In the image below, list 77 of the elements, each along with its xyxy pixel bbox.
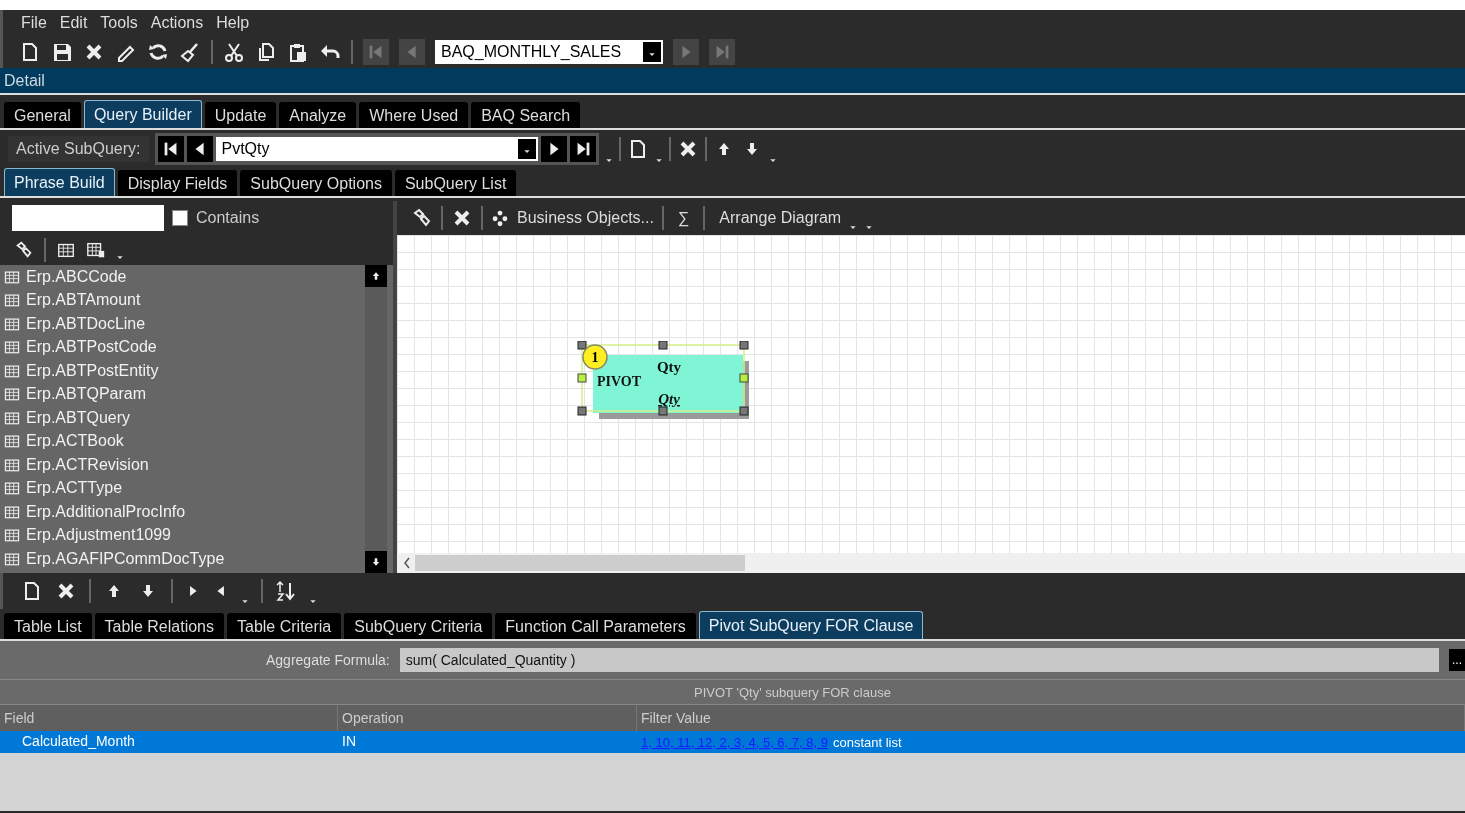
caret-icon[interactable] [654,156,663,164]
tab[interactable]: Pivot SubQuery FOR Clause [698,611,924,639]
table-cell: IN [338,731,637,753]
table-list-item[interactable]: Erp.ABTAmount [0,288,365,312]
horizontal-scrollbar[interactable] [397,553,1465,573]
link-icon[interactable] [411,207,433,229]
column-header[interactable]: Filter Value [637,704,1465,731]
table-list-item[interactable]: Erp.ACTRevision [0,453,365,477]
column-header[interactable]: Field [0,704,338,731]
table-list-item[interactable]: Erp.ABTPostEntity [0,359,365,383]
table-list-item[interactable]: Erp.ABTPostCode [0,335,365,359]
dropdown-caret-icon[interactable] [648,50,656,58]
aggregate-formula-label: Aggregate Formula: [266,652,390,668]
tab[interactable]: Function Call Parameters [495,613,696,639]
tab[interactable]: Table Criteria [227,613,342,639]
menu-item[interactable]: Help [216,14,250,32]
table-icon[interactable] [86,240,106,260]
tab[interactable]: Table Relations [94,613,224,639]
tab[interactable]: Display Fields [117,170,238,196]
table-list-item[interactable]: Erp.Adjustment1099 [0,523,365,547]
broom-icon[interactable] [179,41,201,63]
menu-item[interactable]: Tools [100,14,138,32]
tab[interactable]: Phrase Build [4,168,115,196]
paste-icon[interactable] [287,41,309,63]
scrollbar[interactable] [365,265,387,573]
scroll-left-icon[interactable] [403,557,411,569]
section-header: Detail [0,68,1465,95]
tab[interactable]: Table List [4,613,92,639]
table-list-item[interactable]: Erp.ABTQuery [0,406,365,430]
overflow-caret-icon[interactable] [768,156,777,164]
table-list-item[interactable]: Erp.ABTQParam [0,382,365,406]
overflow-caret-icon[interactable] [865,223,874,231]
save-icon[interactable] [51,41,73,63]
contains-label: Contains [196,209,260,227]
table-list-item[interactable]: Erp.ABCCode [0,265,365,289]
link-icon[interactable] [14,240,34,260]
overflow-caret-icon[interactable] [241,597,249,605]
table-list-item[interactable]: Erp.ABTDocLine [0,312,365,336]
refresh-icon[interactable] [147,41,169,63]
overflow-caret-icon[interactable] [604,156,613,164]
browse-button[interactable]: ... [1449,649,1465,671]
menu-item[interactable]: File [21,14,47,32]
column-header[interactable]: Operation [338,704,637,731]
cut-icon[interactable] [223,41,245,63]
subquery-dropdown[interactable]: PvtQty [215,137,538,161]
aggregate-formula-field[interactable]: sum( Calculated_Quantity ) [399,648,1439,672]
business-objects-button[interactable]: Business Objects... [517,209,654,227]
contains-checkbox[interactable] [172,210,188,226]
tab[interactable]: BAQ Search [471,102,581,128]
caret-icon[interactable] [849,223,858,231]
table-list-item[interactable]: Erp.AGAFIPCommDocType [0,547,365,571]
grid-caption: PIVOT 'Qty' subquery FOR clause [0,680,1465,704]
tab[interactable]: Analyze [279,102,357,128]
caret-icon[interactable] [309,597,317,605]
tab[interactable]: SubQuery Options [240,170,392,196]
table-cell: Calculated_Month [0,731,338,753]
tab[interactable]: Update [204,102,277,128]
sort-icon[interactable] [275,580,297,602]
nodes-icon[interactable] [491,209,509,227]
caret-icon[interactable] [116,253,124,261]
tab[interactable]: Where Used [359,102,469,128]
table-list-item[interactable]: Erp.ACTBook [0,429,365,453]
tab[interactable]: General [4,102,81,128]
tab[interactable]: SubQuery Criteria [344,613,493,639]
sum-button[interactable]: ∑ [671,209,696,227]
table-list-item[interactable]: Erp.AdditionalProcInfo [0,500,365,524]
active-subquery-label: Active SubQuery: [8,136,149,162]
tab[interactable]: Query Builder [83,100,202,128]
table-search-field[interactable] [12,205,164,231]
menu-item[interactable]: Actions [150,14,204,32]
record-dropdown[interactable]: BAQ_MONTHLY_SALES [435,40,663,64]
dropdown-caret-icon[interactable] [522,147,531,155]
arrange-diagram-button[interactable]: Arrange Diagram [713,209,842,227]
filter-value-note: constant list [832,735,902,750]
menu-item[interactable]: Edit [59,14,88,32]
table-list-item[interactable]: Erp.ACTType [0,476,365,500]
tab[interactable]: SubQuery List [394,170,517,196]
